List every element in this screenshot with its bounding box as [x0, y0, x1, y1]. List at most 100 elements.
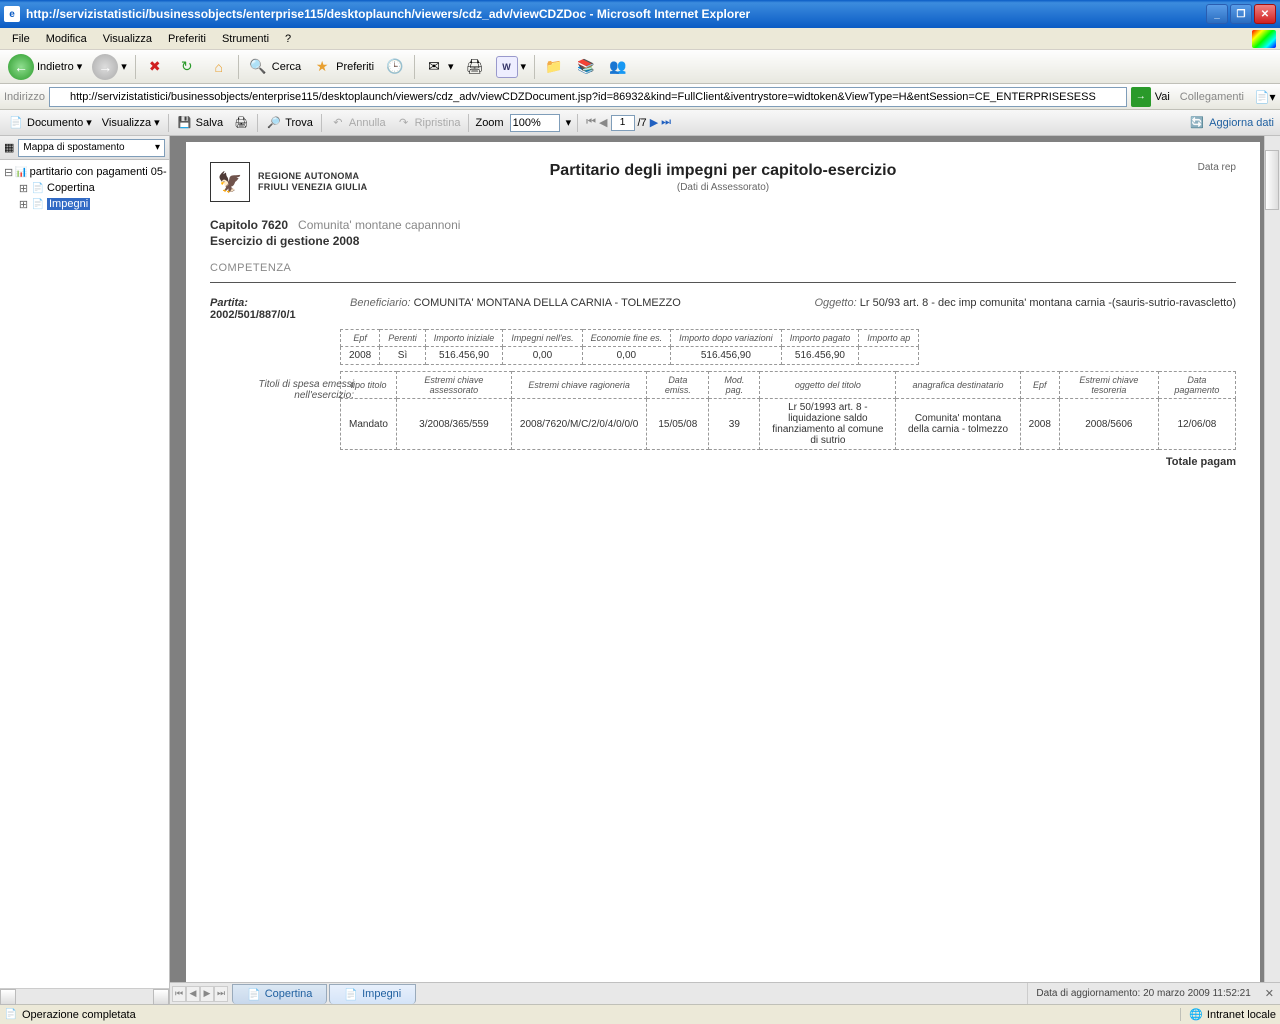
- ms-logo-icon: [1252, 30, 1276, 48]
- capitolo-desc: Comunita' montane capannoni: [298, 218, 460, 232]
- refresh-button[interactable]: ↻: [172, 54, 202, 80]
- viewer-vscroll[interactable]: [1264, 136, 1280, 988]
- tab-prev-button[interactable]: ◀: [186, 986, 200, 1002]
- collegamenti-label[interactable]: Collegamenti: [1174, 91, 1250, 103]
- bottom-tabs: ⏮ ◀ ▶ ⏭ 📄Copertina 📄Impegni Data di aggi…: [170, 982, 1280, 1004]
- benef-label: Beneficiario:: [350, 297, 411, 309]
- tab-icon: 📄: [247, 988, 261, 1001]
- nav-hscroll[interactable]: [0, 988, 169, 1004]
- esercizio-label: Esercizio di gestione 2008: [210, 234, 1236, 248]
- menu-modifica[interactable]: Modifica: [38, 31, 95, 47]
- nav-toggle-icon[interactable]: ▦: [4, 141, 14, 154]
- next-page-button[interactable]: ▶: [650, 116, 658, 129]
- tool1-button[interactable]: 📁: [539, 54, 569, 80]
- tab-next-button[interactable]: ▶: [200, 986, 214, 1002]
- back-button[interactable]: ←Indietro ▾: [4, 52, 86, 82]
- favorites-button[interactable]: ★Preferiti: [307, 54, 378, 80]
- history-button[interactable]: 🕒: [380, 54, 410, 80]
- forward-icon: →: [92, 54, 118, 80]
- annulla-button: ↶Annulla: [328, 115, 388, 131]
- tab-impegni[interactable]: 📄Impegni: [329, 984, 416, 1004]
- save-icon: 💾: [177, 115, 193, 131]
- report-icon: 📊: [15, 165, 27, 179]
- vai-label[interactable]: Vai: [1155, 91, 1170, 103]
- aggiorna-button[interactable]: 🔄Aggiorna dati: [1189, 115, 1274, 131]
- pdf-icon[interactable]: 📄▾: [1254, 86, 1276, 108]
- status-bar: 📄 Operazione completata 🌐Intranet locale: [0, 1004, 1280, 1024]
- table-row: 2008 Sì 516.456,90 0,00 0,00 516.456,90 …: [341, 347, 919, 365]
- done-icon: 📄: [4, 1008, 18, 1022]
- tree-root[interactable]: ⊟📊partitario con pagamenti 05-: [4, 164, 165, 180]
- first-page-button[interactable]: ⏮: [586, 116, 596, 129]
- nav-tree: ⊟📊partitario con pagamenti 05- ⊞📄Coperti…: [0, 160, 169, 988]
- mail-button[interactable]: ✉▾: [419, 54, 458, 80]
- maximize-button[interactable]: ❐: [1230, 4, 1252, 24]
- document-viewer: 🦅 REGIONE AUTONOMAFRIULI VENEZIA GIULIA …: [170, 136, 1280, 1004]
- menu-preferiti[interactable]: Preferiti: [160, 31, 214, 47]
- tab-last-button[interactable]: ⏭: [214, 986, 228, 1002]
- oggetto-value: Lr 50/93 art. 8 - dec imp comunita' mont…: [860, 297, 1236, 309]
- address-input[interactable]: [49, 87, 1127, 107]
- home-button[interactable]: ⌂: [204, 54, 234, 80]
- trova-button[interactable]: 🔎Trova: [264, 115, 315, 131]
- menu-strumenti[interactable]: Strumenti: [214, 31, 277, 47]
- data-rep-label: Data rep: [1198, 162, 1236, 173]
- documento-menu[interactable]: 📄Documento ▾: [6, 115, 94, 131]
- tool3-button[interactable]: 👥: [603, 54, 633, 80]
- visualizza-menu[interactable]: Visualizza ▾: [100, 116, 162, 129]
- home-icon: ⌂: [208, 56, 230, 78]
- ripristina-button: ↷Ripristina: [394, 115, 463, 131]
- report-title: Partitario degli impegni per capitolo-es…: [550, 162, 897, 180]
- find-icon: 🔎: [266, 115, 282, 131]
- printer-icon: 🖨: [233, 115, 249, 131]
- minimize-button[interactable]: _: [1206, 4, 1228, 24]
- stop-icon: ✖: [144, 56, 166, 78]
- redo-icon: ↷: [396, 115, 412, 131]
- history-icon: 🕒: [384, 56, 406, 78]
- close-button[interactable]: ✕: [1254, 4, 1276, 24]
- tab-copertina[interactable]: 📄Copertina: [232, 984, 327, 1004]
- page-input[interactable]: [611, 115, 635, 131]
- table-row: Mandato 3/2008/365/559 2008/7620/M/C/2/0…: [341, 399, 1236, 450]
- nav-dropdown[interactable]: Mappa di spostamento▾: [18, 139, 165, 157]
- tool2-button[interactable]: 📚: [571, 54, 601, 80]
- refresh-icon: ↻: [176, 56, 198, 78]
- menu-visualizza[interactable]: Visualizza: [95, 31, 160, 47]
- benef-value: COMUNITA' MONTANA DELLA CARNIA - TOLMEZZ…: [414, 297, 681, 309]
- intranet-icon: 🌐: [1189, 1008, 1203, 1021]
- page-icon: 📄: [31, 197, 45, 211]
- salva-button[interactable]: 💾Salva: [175, 115, 226, 131]
- research-icon: 📚: [575, 56, 597, 78]
- edit-button[interactable]: W▾: [492, 54, 531, 80]
- mail-icon: ✉: [423, 56, 445, 78]
- stop-button[interactable]: ✖: [140, 54, 170, 80]
- print-button[interactable]: 🖨: [460, 54, 490, 80]
- folder-icon: 📁: [543, 56, 565, 78]
- search-button[interactable]: 🔍Cerca: [243, 54, 305, 80]
- updated-label: Data di aggiornamento: 20 marzo 2009 11:…: [1027, 983, 1258, 1004]
- detail-table: tipo titolo Estremi chiave assessorato E…: [340, 371, 1236, 450]
- browser-toolbar: ←Indietro ▾ → ▾ ✖ ↻ ⌂ 🔍Cerca ★Preferiti …: [0, 50, 1280, 84]
- ie-icon: e: [4, 6, 20, 22]
- region-name: REGIONE AUTONOMAFRIULI VENEZIA GIULIA: [258, 171, 367, 193]
- security-zone: 🌐Intranet locale: [1180, 1008, 1276, 1021]
- go-button[interactable]: →: [1131, 87, 1151, 107]
- prev-page-button[interactable]: ◀: [599, 116, 607, 129]
- tab-first-button[interactable]: ⏮: [172, 986, 186, 1002]
- zoom-input[interactable]: [510, 114, 560, 132]
- competenza-label: COMPETENZA: [210, 262, 1236, 274]
- tree-copertina[interactable]: ⊞📄Copertina: [4, 180, 165, 196]
- tab-icon: 📄: [344, 988, 358, 1001]
- last-page-button[interactable]: ⏭: [661, 116, 671, 129]
- print-viewer-button[interactable]: 🖨: [231, 115, 251, 131]
- tabs-close-button[interactable]: ✕: [1259, 987, 1280, 1000]
- tree-impegni[interactable]: ⊞📄Impegni: [4, 196, 165, 212]
- document-icon: 📄: [8, 115, 24, 131]
- oggetto-label: Oggetto:: [814, 297, 856, 309]
- page-total: /7: [638, 117, 647, 129]
- menu-bar: File Modifica Visualizza Preferiti Strum…: [0, 28, 1280, 50]
- menu-help[interactable]: ?: [277, 31, 299, 47]
- menu-file[interactable]: File: [4, 31, 38, 47]
- titoli-label: Titoli di spesa emessi nell'esercizio:: [234, 379, 354, 401]
- forward-button[interactable]: → ▾: [88, 52, 131, 82]
